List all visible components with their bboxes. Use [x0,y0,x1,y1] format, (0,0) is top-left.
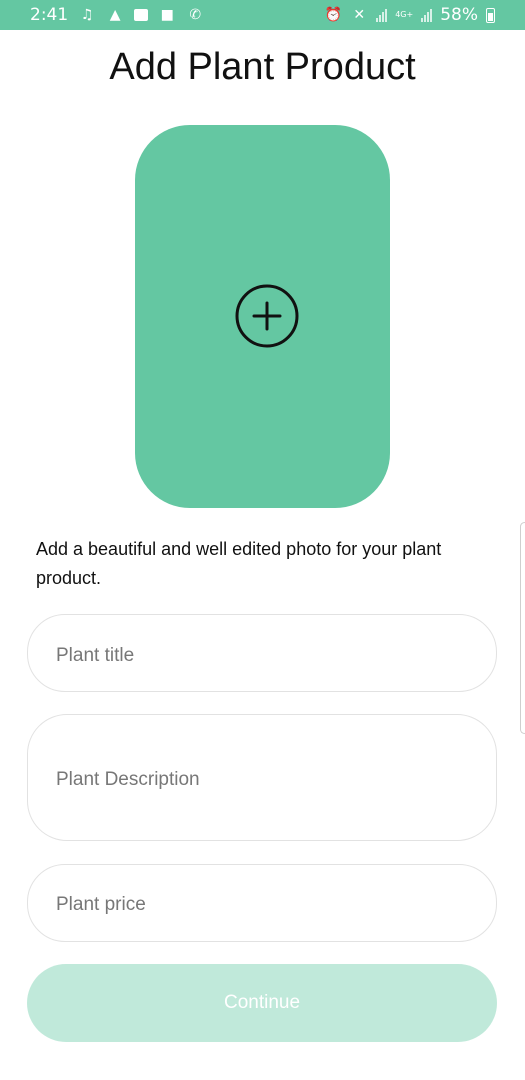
continue-button[interactable]: Continue [27,964,497,1042]
status-left: 2:41 ♫ ▲ ■ ✆ [30,5,204,25]
phone-icon: ✆ [189,7,202,23]
status-time: 2:41 [30,5,69,25]
plant-description-placeholder: Plant Description [56,769,200,790]
plant-description-input[interactable]: Plant Description [27,714,497,841]
battery-icon [486,7,495,23]
add-photo-button[interactable] [135,125,390,508]
status-right: ⏰ ✕ 4G+ 58% [324,5,495,25]
signal-icon [376,8,388,22]
plant-price-placeholder: Plant price [56,894,146,915]
battery-percent: 58% [440,5,478,25]
mute-icon: ✕ [353,7,366,23]
plant-title-input[interactable]: Plant title [27,614,497,692]
warning-icon: ▲ [109,7,121,23]
add-circle-icon [235,284,299,348]
mail-icon [134,9,149,21]
page-title: Add Plant Product [109,46,416,88]
plant-price-input[interactable]: Plant price [27,864,497,942]
edge-panel-handle[interactable] [520,522,525,734]
plant-title-placeholder: Plant title [56,645,135,666]
alarm-icon: ⏰ [324,7,342,23]
status-bar: 2:41 ♫ ▲ ■ ✆ ⏰ ✕ 4G+ 58% [0,0,525,30]
video-icon: ■ [160,7,174,23]
photo-hint: Add a beautiful and well edited photo fo… [36,539,442,588]
music-icon: ♫ [80,7,94,23]
network-type: 4G+ [395,10,414,19]
signal-icon [421,8,433,22]
